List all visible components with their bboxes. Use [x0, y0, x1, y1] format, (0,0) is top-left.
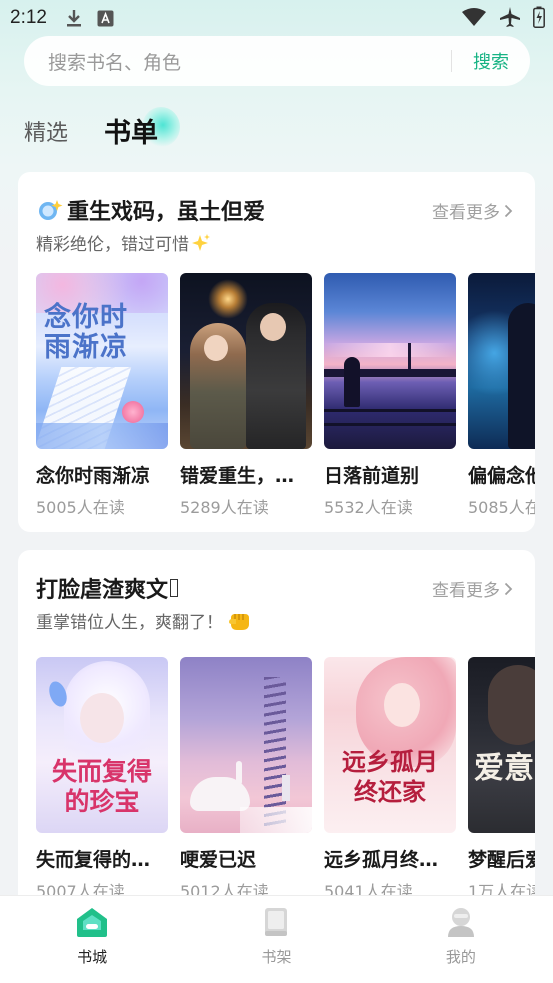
- see-more-label: 查看更多: [432, 581, 500, 601]
- book-cover: [468, 273, 535, 449]
- see-more-link[interactable]: 查看更多: [432, 198, 513, 223]
- book-title: 念你时雨渐凉: [36, 465, 151, 487]
- booklist-card-revenge: 打脸虐渣爽文 重掌错位人生，爽翻了！ 查看更多 失而复得的珍宝 失而复得的… 5…: [18, 550, 535, 910]
- book-readers: 5005人在读: [36, 498, 125, 517]
- book-item[interactable]: 偏偏念他 5085人在读: [468, 273, 535, 518]
- book-title: 梦醒后爱意: [468, 849, 535, 871]
- book-cover: 远乡孤月终还家: [324, 657, 456, 833]
- book-row: 失而复得的珍宝 失而复得的… 5007人在读 哽爱已迟 5012人在读 远乡孤月…: [36, 657, 535, 910]
- book-title: 日落前道别: [324, 465, 420, 487]
- book-item[interactable]: 错爱重生，… 5289人在读: [180, 273, 312, 518]
- see-more-link[interactable]: 查看更多: [432, 576, 513, 601]
- booklist-card-rebirth: 重生戏码，虽土但爱 精彩绝伦，错过可惜 查看更多 念你时雨渐凉 念你时雨渐凉 5…: [18, 172, 535, 532]
- tab-shudan[interactable]: 书单: [104, 105, 194, 157]
- nav-label: 书城: [77, 948, 108, 966]
- card-title: 重生戏码，虽土但爱: [36, 194, 265, 226]
- sparkles-icon: [192, 233, 210, 251]
- tab-shudan-label: 书单: [104, 118, 158, 149]
- nav-item-profile[interactable]: 我的: [369, 896, 553, 983]
- card-subtitle: 精彩绝伦，错过可惜: [36, 230, 211, 255]
- wifi-icon: [462, 8, 486, 26]
- card-title-text: 重生戏码，虽土但爱: [67, 200, 266, 225]
- book-title: 失而复得的…: [36, 849, 151, 871]
- card-subtitle: 重掌错位人生，爽翻了！: [36, 608, 251, 633]
- home-icon: [77, 908, 108, 937]
- book-row: 念你时雨渐凉 念你时雨渐凉 5005人在读 错爱重生，… 5289人在读 日落前…: [36, 273, 535, 532]
- profile-icon: [447, 908, 474, 937]
- top-tabs: 精选 书单: [24, 105, 324, 157]
- book-cover: 失而复得的珍宝: [36, 657, 168, 833]
- book-title: 偏偏念他: [468, 465, 535, 487]
- book-title: 哽爱已迟: [180, 849, 257, 871]
- book-item[interactable]: 爱意 梦醒后爱意 1万人在读: [468, 657, 535, 902]
- fist-emoji-icon: [229, 613, 249, 630]
- book-readers: 5085人在读: [468, 498, 535, 517]
- chevron-right-icon: [504, 204, 513, 217]
- book-item[interactable]: 远乡孤月终还家 远乡孤月终… 5041人在读: [324, 657, 456, 902]
- card-subtitle-text: 精彩绝伦，错过可惜: [36, 235, 189, 255]
- nav-label: 我的: [445, 948, 476, 966]
- cover-title: 失而复得的珍宝: [51, 757, 152, 816]
- search-button[interactable]: 搜索: [452, 48, 530, 74]
- book-title: 错爱重生，…: [180, 465, 295, 487]
- search-bar[interactable]: 搜索书名、角色 搜索: [24, 36, 530, 86]
- bookshelf-icon: [265, 908, 288, 936]
- book-readers: 5289人在读: [180, 498, 269, 517]
- card-title-text: 打脸虐渣爽文: [36, 578, 169, 603]
- nav-item-bookstore[interactable]: 书城: [0, 896, 184, 983]
- see-more-label: 查看更多: [432, 203, 500, 223]
- book-title: 远乡孤月终…: [324, 849, 439, 871]
- book-readers: 5532人在读: [324, 498, 413, 517]
- bottom-nav: 书城 书架 我的: [0, 895, 553, 983]
- status-bar: 2:12: [0, 0, 553, 36]
- battery-icon: [533, 6, 545, 28]
- nav-item-bookshelf[interactable]: 书架: [184, 896, 368, 983]
- app-notification-icon: [97, 10, 114, 26]
- book-cover: 念你时雨渐凉: [36, 273, 168, 449]
- download-icon: [66, 10, 81, 27]
- book-item[interactable]: 失而复得的珍宝 失而复得的… 5007人在读: [36, 657, 168, 902]
- card-title: 打脸虐渣爽文: [36, 572, 179, 604]
- book-item[interactable]: 念你时雨渐凉 念你时雨渐凉 5005人在读: [36, 273, 168, 518]
- book-cover: 爱意: [468, 657, 535, 833]
- status-time: 2:12: [10, 7, 47, 28]
- book-cover: [180, 657, 312, 833]
- airplane-mode-icon: [500, 7, 520, 27]
- search-input[interactable]: 搜索书名、角色: [24, 48, 451, 75]
- card-subtitle-text: 重掌错位人生，爽翻了！: [36, 613, 223, 633]
- cover-title: 爱意: [474, 751, 534, 786]
- chevron-right-icon: [504, 582, 513, 595]
- book-item[interactable]: 哽爱已迟 5012人在读: [180, 657, 312, 902]
- book-cover: [180, 273, 312, 449]
- sparkle-circle-icon: [39, 200, 63, 220]
- book-cover: [324, 273, 456, 449]
- nav-label: 书架: [261, 948, 292, 966]
- cover-title: 念你时雨渐凉: [44, 302, 128, 363]
- missing-glyph-icon: [170, 579, 179, 597]
- tab-jingxuan[interactable]: 精选: [24, 115, 68, 147]
- cover-title: 远乡孤月终还家: [342, 747, 438, 806]
- book-item[interactable]: 日落前道别 5532人在读: [324, 273, 456, 518]
